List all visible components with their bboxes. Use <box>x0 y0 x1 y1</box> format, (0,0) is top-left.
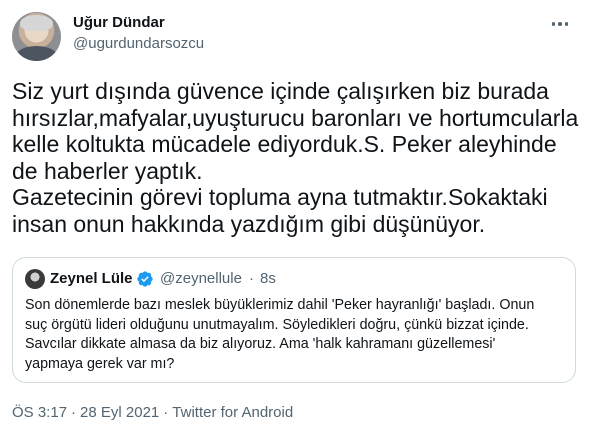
author-handle[interactable]: @ugurdundarsozcu <box>73 35 204 52</box>
quoted-author-name[interactable]: Zeynel Lüle <box>50 270 133 287</box>
more-options-icon[interactable] <box>546 14 574 34</box>
quoted-author-handle[interactable]: @zeynellule <box>160 270 242 287</box>
meta-separator: · <box>71 404 77 421</box>
avatar-hair <box>20 15 53 31</box>
tweet-meta: ÖS 3:17 · 28 Eyl 2021 · Twitter for Andr… <box>12 404 293 421</box>
quoted-author-avatar[interactable] <box>25 269 45 289</box>
author-display-name[interactable]: Uğur Dündar <box>73 14 165 31</box>
tweet-time[interactable]: ÖS 3:17 <box>12 404 67 421</box>
dot <box>558 22 562 26</box>
verified-badge-icon <box>137 271 153 287</box>
tweet-text: Siz yurt dışında güvence içinde çalışırk… <box>12 78 579 237</box>
meta-separator: · <box>163 404 169 421</box>
tweet-source-link[interactable]: Twitter for Android <box>172 404 293 421</box>
quoted-timestamp[interactable]: 8s <box>260 270 276 287</box>
avatar-shirt <box>16 46 57 61</box>
dot <box>551 22 556 26</box>
quoted-tweet-text: Son dönemlerde bazı meslek büyüklerimiz … <box>25 297 535 372</box>
dot <box>564 22 569 26</box>
quoted-tweet-card[interactable]: Zeynel Lüle @zeynellule · 8s Son dönemle… <box>12 257 576 383</box>
author-avatar[interactable] <box>12 12 61 61</box>
quoted-separator: · <box>249 270 254 287</box>
tweet-date[interactable]: 28 Eyl 2021 <box>80 404 159 421</box>
